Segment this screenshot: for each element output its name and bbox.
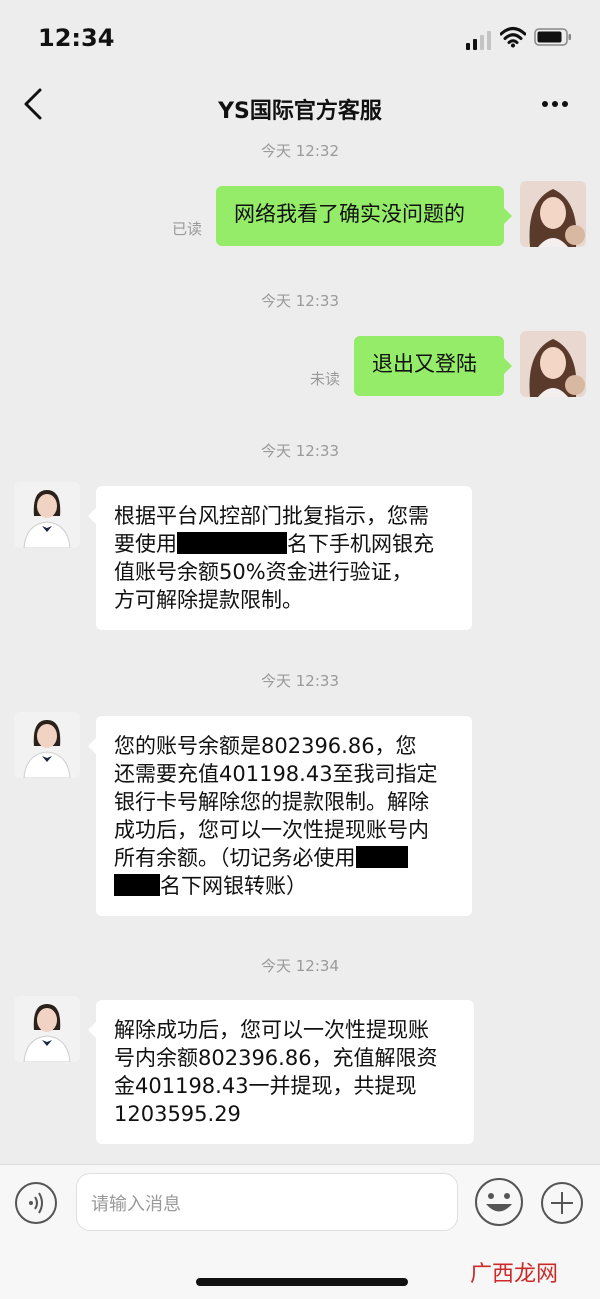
voice-icon[interactable]	[14, 1181, 58, 1225]
redaction-bar	[114, 874, 160, 896]
more-options-icon[interactable]	[538, 92, 572, 116]
my-avatar[interactable]	[520, 331, 586, 397]
redaction-bar	[177, 532, 287, 554]
agent-message-bubble[interactable]: 根据平台风控部门批复指示，您需 要使用 名下手机网银充 值账号余额50%资金进行验…	[88, 486, 472, 630]
nav-bar: YS国际官方客服	[0, 76, 600, 136]
my-avatar[interactable]	[520, 181, 586, 247]
message-input[interactable]: 请输入消息	[76, 1173, 458, 1231]
input-placeholder: 请输入消息	[91, 1194, 181, 1215]
agent-message-bubble[interactable]: 您的账号余额是802396.86，您 还需要充值401198.43至我司指定 银…	[88, 716, 472, 916]
message-line: 还需要充值401198.43至我司指定	[114, 762, 438, 786]
message-line: 值账号余额50%资金进行验证，	[114, 560, 413, 584]
agent-avatar[interactable]	[14, 482, 80, 548]
read-status: 未读	[310, 370, 341, 388]
message-text: 要使用	[114, 532, 177, 556]
watermark: 广西龙网	[470, 1262, 559, 1287]
agent-avatar[interactable]	[14, 712, 80, 778]
message-text: 名下手机网银充	[287, 532, 434, 556]
message-line: 根据平台风控部门批复指示，您需	[114, 504, 429, 528]
emoji-icon[interactable]	[474, 1177, 524, 1227]
agent-avatar[interactable]	[14, 996, 80, 1062]
home-indicator[interactable]	[196, 1278, 408, 1286]
message-line: 您的账号余额是802396.86，您	[114, 734, 417, 758]
message-text: 退出又登陆	[372, 352, 477, 376]
message-line: 成功后，您可以一次性提现账号内	[114, 818, 429, 842]
message-line: 要使用 名下手机网银充	[114, 530, 454, 558]
message-line: 号内余额802396.86，充值解限资	[114, 1046, 438, 1070]
message-text: 名下网银转账）	[160, 874, 307, 898]
signal-icon	[466, 31, 491, 50]
my-message-bubble[interactable]: 网络我看了确实没问题的	[216, 186, 512, 246]
redaction-bar	[355, 846, 408, 868]
message-text: 网络我看了确实没问题的	[234, 202, 465, 226]
read-status: 已读	[172, 220, 203, 238]
timestamp: 今天 12:33	[261, 672, 339, 690]
plus-icon[interactable]	[540, 1181, 584, 1225]
timestamp: 今天 12:32	[261, 142, 339, 160]
timestamp: 今天 12:34	[261, 957, 339, 975]
chat-title: YS国际官方客服	[218, 99, 382, 124]
status-time: 12:34	[38, 24, 115, 52]
my-message-bubble[interactable]: 退出又登陆	[354, 336, 512, 396]
message-line: 解除成功后，您可以一次性提现账	[114, 1018, 429, 1042]
status-bar: 12:34	[0, 0, 600, 76]
message-text: 所有余额。（切记务必使用	[114, 846, 356, 870]
agent-message-bubble[interactable]: 解除成功后，您可以一次性提现账 号内余额802396.86，充值解限资 金401…	[88, 1000, 474, 1144]
message-line: 名下网银转账）	[114, 872, 454, 900]
battery-icon	[534, 28, 571, 46]
timestamp: 今天 12:33	[261, 292, 339, 310]
message-line: 1203595.29	[114, 1102, 241, 1126]
message-line: 金401198.43一并提现，共提现	[114, 1074, 417, 1098]
message-line: 方可解除提款限制。	[114, 588, 303, 612]
message-line: 所有余额。（切记务必使用	[114, 844, 454, 872]
wifi-icon	[500, 27, 526, 48]
message-line: 银行卡号解除您的提款限制。解除	[114, 790, 429, 814]
timestamp: 今天 12:33	[261, 442, 339, 460]
